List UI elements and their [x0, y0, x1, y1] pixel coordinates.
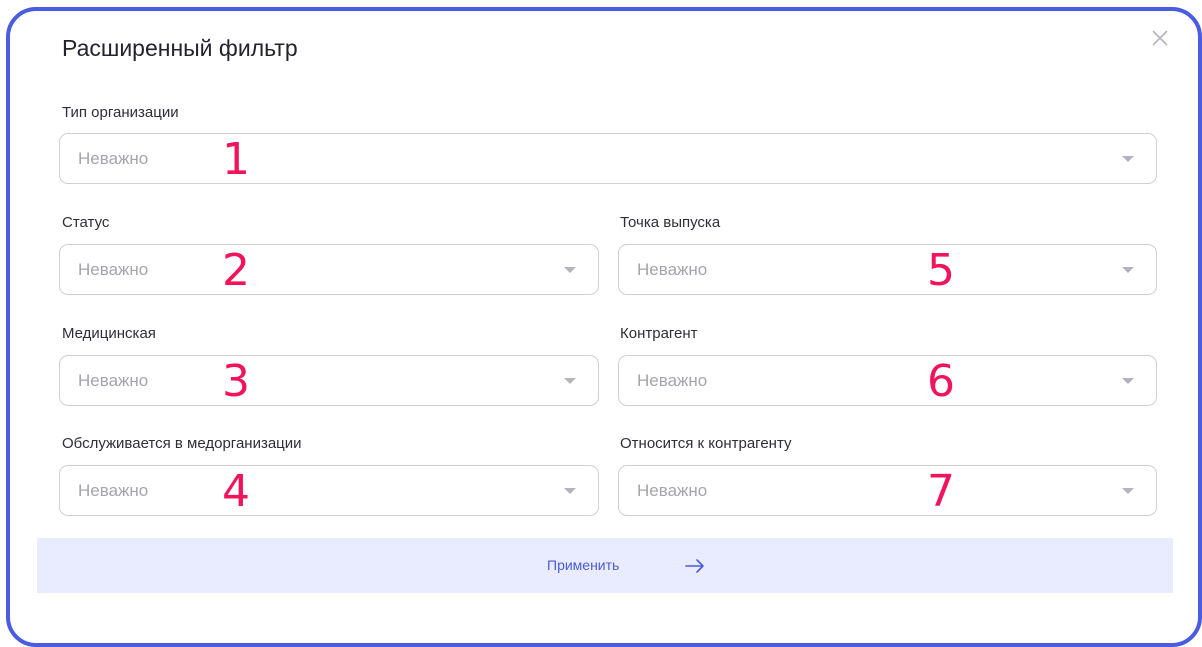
- issue-point-label: Точка выпуска: [620, 214, 721, 231]
- marker-3: 3: [222, 356, 250, 407]
- chevron-down-icon: [564, 488, 576, 494]
- marker-6: 6: [927, 356, 955, 407]
- dialog-title: Расширенный фильтр: [62, 35, 298, 61]
- counterparty-label: Контрагент: [620, 325, 698, 342]
- medical-select[interactable]: Неважно: [59, 355, 599, 406]
- close-button[interactable]: [1148, 26, 1172, 50]
- status-label: Статус: [62, 214, 110, 231]
- medical-label: Медицинская: [62, 325, 156, 342]
- belongs-to-counterparty-label: Относится к контрагенту: [620, 435, 792, 452]
- chevron-down-icon: [1122, 488, 1134, 494]
- served-in-medorg-label: Обслуживается в медорганизации: [62, 435, 302, 452]
- marker-5: 5: [927, 245, 955, 296]
- arrow-right-icon: [685, 559, 704, 573]
- marker-7: 7: [927, 466, 955, 517]
- status-select[interactable]: Неважно: [59, 244, 599, 295]
- chevron-down-icon: [1122, 378, 1134, 384]
- counterparty-select[interactable]: Неважно: [618, 355, 1157, 406]
- chevron-down-icon: [564, 378, 576, 384]
- org-type-label: Тип организации: [62, 104, 179, 121]
- belongs-to-counterparty-select[interactable]: Неважно: [618, 465, 1157, 516]
- chevron-down-icon: [1122, 267, 1134, 273]
- counterparty-placeholder: Неважно: [637, 371, 708, 390]
- medical-placeholder: Неважно: [78, 371, 149, 390]
- chevron-down-icon: [1122, 156, 1134, 162]
- apply-button-label: Применить: [547, 557, 620, 573]
- marker-4: 4: [222, 466, 250, 517]
- belongs-to-counterparty-placeholder: Неважно: [637, 481, 708, 500]
- status-placeholder: Неважно: [78, 260, 149, 279]
- org-type-placeholder: Неважно: [78, 149, 149, 168]
- issue-point-select[interactable]: Неважно: [618, 244, 1157, 295]
- served-in-medorg-placeholder: Неважно: [78, 481, 149, 500]
- marker-2: 2: [222, 245, 250, 296]
- apply-button[interactable]: Применить: [37, 538, 1173, 593]
- issue-point-placeholder: Неважно: [637, 260, 708, 279]
- served-in-medorg-select[interactable]: Неважно: [59, 465, 599, 516]
- chevron-down-icon: [564, 267, 576, 273]
- marker-1: 1: [222, 134, 250, 185]
- close-icon: [1152, 30, 1168, 46]
